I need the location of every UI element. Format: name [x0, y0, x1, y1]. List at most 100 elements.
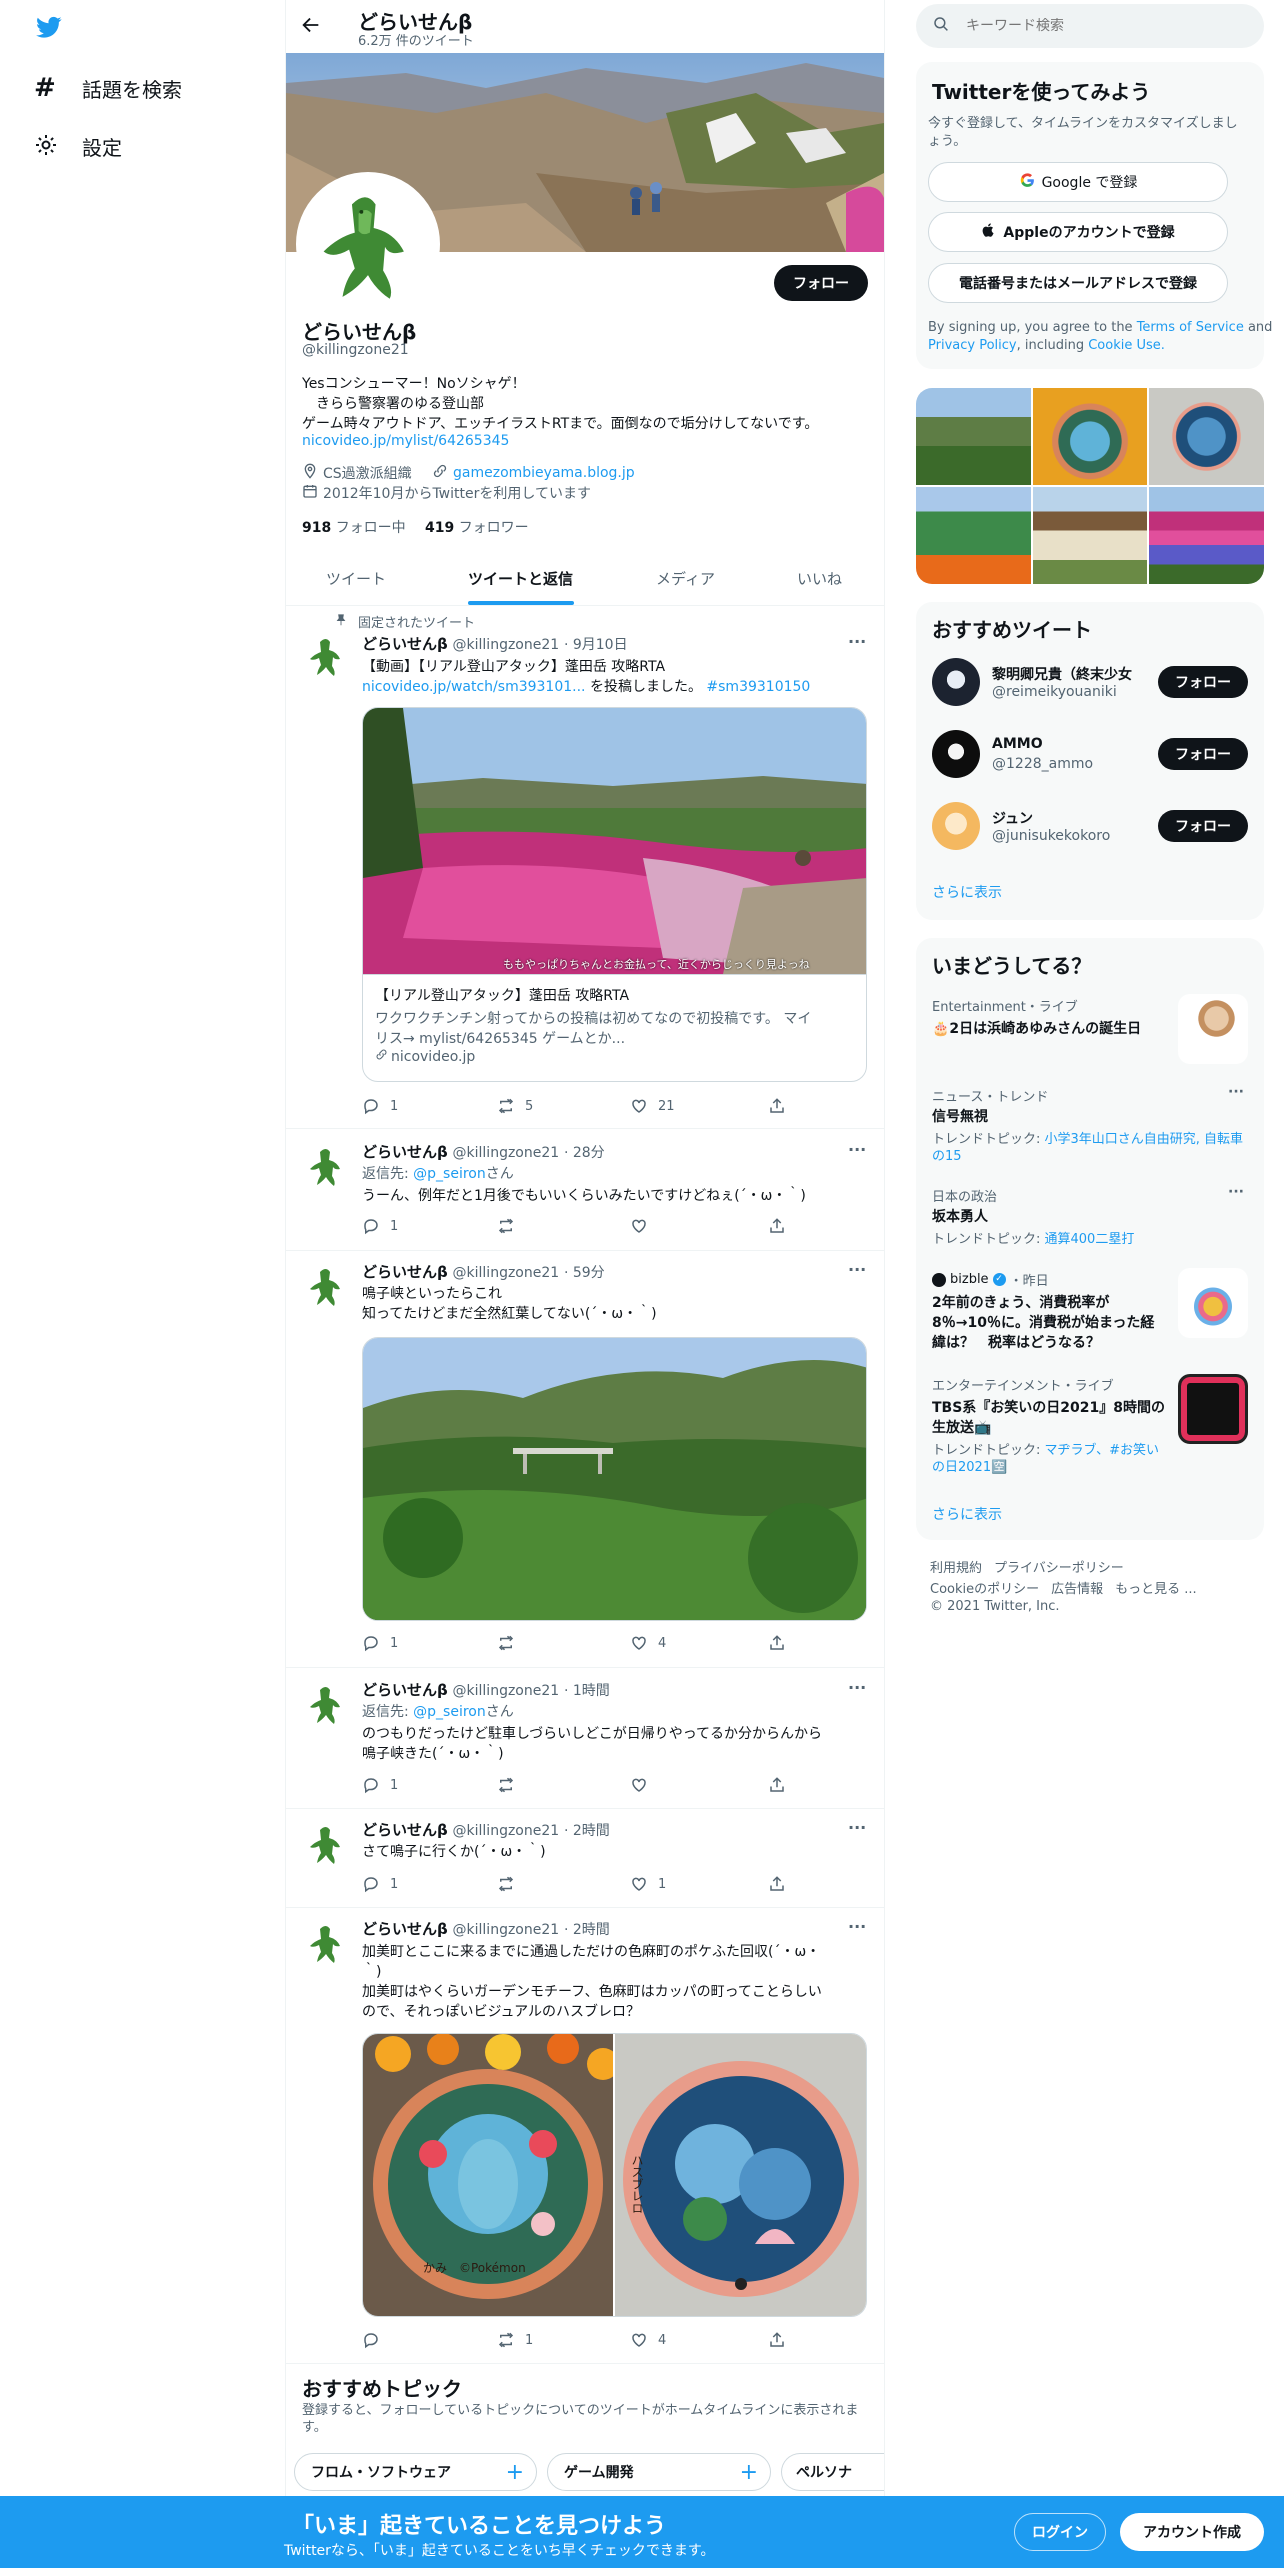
more-options-icon[interactable]: ···	[848, 1140, 866, 1159]
tweet-image-grid[interactable]: かみ ©Pokémon ハスブレロ	[362, 2033, 867, 2317]
search-input[interactable]	[966, 18, 1236, 34]
terms-link[interactable]: Terms of Service	[1137, 320, 1244, 335]
trend-topic-link[interactable]: 小学3年山口さん自由研究, 自転車	[1045, 1132, 1244, 1147]
tab-tweets[interactable]: ツイート	[326, 568, 386, 589]
trend-topic-link[interactable]: マヂラブ、#お笑い	[1045, 1443, 1160, 1458]
more-options-icon[interactable]: ···	[848, 1917, 866, 1936]
trend-title[interactable]: TBS系『お笑いの日2021』8時間の	[932, 1397, 1165, 1417]
trend-topic-link[interactable]: 通算400二塁打	[1045, 1232, 1135, 1247]
like-button[interactable]: 4	[630, 2331, 666, 2349]
tab-likes[interactable]: いいね	[797, 568, 842, 589]
following-count[interactable]: 918 フォロー中	[302, 517, 406, 537]
nav-explore[interactable]: # 話題を検索	[34, 70, 182, 106]
back-arrow-icon[interactable]	[300, 14, 324, 38]
twitter-logo-icon[interactable]	[34, 14, 66, 42]
topic-chip[interactable]: フロム・ソフトウェア +	[294, 2453, 537, 2491]
follow-user-button[interactable]: フォロー	[1158, 738, 1248, 770]
news-thumbnail[interactable]	[1178, 1268, 1248, 1338]
news-title[interactable]: 2年前のきょう、消費税率が	[932, 1292, 1109, 1312]
user-name[interactable]: 黎明卿兄貴（終末少女）	[992, 664, 1132, 684]
tweet-image[interactable]	[362, 1337, 867, 1621]
share-button[interactable]	[768, 1875, 786, 1893]
footer-terms-link[interactable]: 利用規約	[930, 1557, 982, 1576]
link-card[interactable]: ももやっぱりちゃんとお金払って、近くからじっくり見よっね 【リアル登山アタック】…	[362, 707, 867, 1082]
more-options-icon[interactable]: ···	[1228, 1184, 1244, 1200]
user-avatar[interactable]	[932, 802, 980, 850]
share-button[interactable]	[768, 1634, 786, 1652]
share-button[interactable]	[768, 1776, 786, 1794]
user-name[interactable]: AMMO	[992, 736, 1043, 752]
trend-topic-2[interactable]: の15	[932, 1145, 962, 1164]
media-thumb[interactable]	[1149, 487, 1264, 584]
retweet-button[interactable]	[497, 1776, 525, 1794]
like-button[interactable]: 1	[630, 1875, 666, 1893]
news-title-2[interactable]: 8％→10％に。消費税が始まった経	[932, 1312, 1154, 1332]
reply-button[interactable]: 1	[362, 1634, 398, 1652]
manhole-image-1[interactable]: かみ ©Pokémon	[363, 2034, 613, 2316]
show-more-link[interactable]: さらに表示	[932, 882, 1002, 902]
trend-title-2[interactable]: 生放送📺	[932, 1417, 991, 1437]
topic-chip[interactable]: ペルソナ	[781, 2453, 884, 2491]
trend-thumbnail[interactable]	[1178, 1374, 1248, 1444]
reply-button[interactable]	[362, 2331, 390, 2349]
search-box[interactable]	[916, 4, 1264, 48]
website-link[interactable]: gamezombieyama.blog.jp	[453, 465, 635, 481]
nav-settings[interactable]: 設定	[34, 128, 122, 164]
media-grid[interactable]	[916, 388, 1264, 584]
reply-button[interactable]: 1	[362, 1097, 398, 1115]
avatar[interactable]	[302, 1820, 350, 1868]
reply-button[interactable]: 1	[362, 1217, 398, 1235]
media-thumb[interactable]	[1032, 487, 1148, 584]
user-avatar[interactable]	[932, 658, 980, 706]
topic-chip[interactable]: ゲーム開発 +	[547, 2453, 771, 2491]
avatar[interactable]	[302, 1919, 350, 1967]
more-options-icon[interactable]: ···	[848, 1818, 866, 1837]
footer-ads-link[interactable]: 広告情報	[1051, 1578, 1103, 1597]
like-button[interactable]	[630, 1217, 658, 1235]
trend-topic-2[interactable]: の日2021🈳	[932, 1456, 1007, 1475]
retweet-button[interactable]	[497, 1634, 525, 1652]
reply-button[interactable]: 1	[362, 1776, 398, 1794]
show-more-link[interactable]: さらに表示	[932, 1504, 1002, 1524]
share-button[interactable]	[768, 1097, 786, 1115]
trend-thumbnail[interactable]	[1178, 994, 1248, 1064]
create-account-button[interactable]: アカウント作成	[1120, 2513, 1264, 2551]
tab-tweets-and-replies[interactable]: ツイートと返信	[468, 568, 573, 589]
reply-button[interactable]: 1	[362, 1875, 398, 1893]
reply-to-link[interactable]: @p_seiron	[413, 1704, 486, 1720]
avatar[interactable]	[302, 632, 350, 680]
hashtag-link[interactable]: #sm39310150	[706, 679, 810, 695]
avatar[interactable]	[302, 1680, 350, 1728]
profile-bio-link[interactable]: nicovideo.jp/mylist/64265345	[302, 433, 509, 449]
news-title-3[interactable]: 緯は？ 税率はどうなる？	[932, 1332, 1100, 1352]
footer-more-link[interactable]: もっと見る ...	[1115, 1578, 1197, 1597]
apple-signup-button[interactable]: Appleのアカウントで登録	[928, 212, 1228, 252]
more-options-icon[interactable]: ···	[848, 632, 866, 651]
login-button[interactable]: ログイン	[1014, 2513, 1106, 2551]
media-thumb[interactable]	[1032, 388, 1148, 485]
phone-signup-button[interactable]: 電話番号またはメールアドレスで登録	[928, 263, 1228, 303]
trend-title[interactable]: 🎂2日は浜崎あゆみさんの誕生日	[932, 1018, 1141, 1038]
trend-title[interactable]: 坂本勇人	[932, 1206, 988, 1226]
footer-privacy-link[interactable]: プライバシーポリシー	[994, 1557, 1124, 1576]
more-options-icon[interactable]: ···	[848, 1260, 866, 1279]
manhole-image-2[interactable]: ハスブレロ	[615, 2034, 866, 2316]
media-thumb[interactable]	[1149, 388, 1264, 485]
followers-count[interactable]: 419 フォロワー	[425, 517, 529, 537]
like-button[interactable]: 21	[630, 1097, 675, 1115]
footer-cookie-link[interactable]: Cookieのポリシー	[930, 1578, 1039, 1597]
profile-website[interactable]: gamezombieyama.blog.jp	[432, 463, 635, 483]
profile-avatar[interactable]	[296, 172, 440, 316]
like-button[interactable]	[630, 1776, 658, 1794]
more-options-icon[interactable]: ···	[1228, 1084, 1244, 1100]
user-name[interactable]: ジュン	[992, 808, 1033, 828]
reply-to-link[interactable]: @p_seiron	[413, 1166, 486, 1182]
media-thumb[interactable]	[916, 487, 1031, 584]
share-button[interactable]	[768, 2331, 786, 2349]
tab-media[interactable]: メディア	[656, 568, 715, 589]
tweet-link[interactable]: nicovideo.jp/watch/sm393101...	[362, 679, 586, 695]
follow-user-button[interactable]: フォロー	[1158, 810, 1248, 842]
trend-title[interactable]: 信号無視	[932, 1106, 988, 1126]
more-options-icon[interactable]: ···	[848, 1678, 866, 1697]
cookie-link[interactable]: Cookie Use.	[1088, 338, 1165, 353]
